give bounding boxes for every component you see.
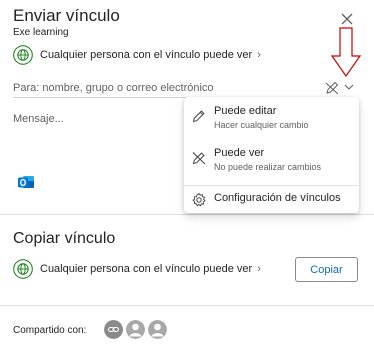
chevron-right-icon: ›: [257, 263, 261, 275]
menu-item-label: Configuración de vínculos: [214, 192, 341, 204]
message-input[interactable]: [13, 113, 173, 131]
pencil-slash-icon: [192, 152, 206, 165]
menu-item-can-view[interactable]: Puede ver No puede realizar cambios: [184, 147, 359, 179]
copy-link-permission-label: Cualquier persona con el vínculo puede v…: [40, 263, 253, 275]
outlook-icon[interactable]: [16, 172, 36, 192]
send-link-permission-button[interactable]: Cualquier persona con el vínculo puede v…: [13, 45, 261, 65]
section-divider: [0, 214, 374, 215]
menu-item-link-settings[interactable]: Configuración de vínculos: [184, 190, 359, 210]
link-avatar[interactable]: [104, 320, 123, 339]
file-name: Exe learning: [13, 27, 69, 38]
arrow-down-icon: [330, 27, 362, 78]
permission-dropdown: Puede editar Hacer cualquier cambio Pued…: [184, 97, 359, 213]
menu-item-label: Puede editar: [214, 105, 277, 117]
share-panel: Enviar vínculo Exe learning Cualquier pe…: [0, 0, 374, 362]
recipients-input[interactable]: [13, 78, 318, 98]
globe-icon: [13, 259, 33, 279]
shared-with-label: Compartido con:: [13, 325, 87, 336]
copy-link-title: Copiar vínculo: [13, 230, 116, 247]
section-divider: [0, 305, 374, 306]
pencil-icon: [192, 110, 205, 123]
menu-item-description: No puede realizar cambios: [214, 162, 322, 172]
gear-icon: [192, 192, 206, 207]
person-avatar[interactable]: [148, 320, 167, 339]
send-link-permission-label: Cualquier persona con el vínculo puede v…: [40, 49, 253, 61]
pencil-slash-icon[interactable]: [322, 78, 342, 98]
chevron-right-icon: ›: [257, 49, 261, 61]
copy-button[interactable]: Copiar: [295, 257, 358, 282]
menu-item-label: Puede ver: [214, 147, 265, 159]
send-link-title: Enviar vínculo: [13, 6, 120, 25]
copy-link-permission-button[interactable]: Cualquier persona con el vínculo puede v…: [13, 259, 261, 279]
menu-divider: [184, 185, 359, 186]
chevron-down-icon[interactable]: [342, 80, 356, 94]
menu-item-can-edit[interactable]: Puede editar Hacer cualquier cambio: [184, 105, 359, 137]
menu-item-description: Hacer cualquier cambio: [214, 120, 309, 130]
person-avatar[interactable]: [126, 320, 145, 339]
globe-icon: [13, 45, 33, 65]
shared-avatars: [104, 320, 167, 339]
